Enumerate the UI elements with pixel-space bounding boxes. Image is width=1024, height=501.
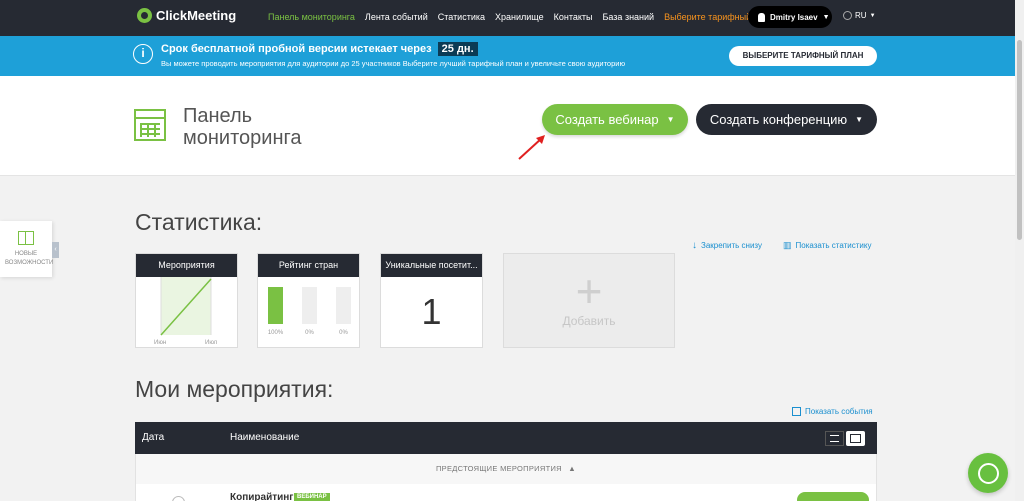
- add-statistic-card[interactable]: + Добавить: [503, 253, 675, 348]
- nav-item-events-feed[interactable]: Лента событий: [365, 12, 428, 22]
- show-statistics-link[interactable]: ▥ Показать статистику: [783, 240, 871, 251]
- countries-stat-card[interactable]: Рейтинг стран 100% 0% 0%: [257, 253, 360, 348]
- country-bar-label: 100%: [268, 330, 284, 336]
- chat-support-button[interactable]: [968, 453, 1008, 493]
- visitors-value: 1: [421, 291, 442, 332]
- scrollbar-thumb[interactable]: [1017, 40, 1022, 240]
- pin-bottom-label: Закрепить снизу: [701, 241, 762, 250]
- country-bar-label: 0%: [339, 330, 348, 336]
- countries-card-title: Рейтинг стран: [258, 254, 359, 277]
- event-action-button[interactable]: [797, 492, 869, 501]
- calendar-small-icon: [792, 407, 801, 416]
- trial-title-text: Срок бесплатной пробной версии истекает …: [161, 43, 432, 55]
- trial-days-badge: 25 дн.: [437, 42, 478, 56]
- user-menu-button[interactable]: Dmitry Isaev ▼: [748, 6, 832, 28]
- country-bar-track: [336, 287, 351, 324]
- create-conference-button[interactable]: Создать конференцию ▼: [696, 104, 877, 135]
- events-stat-card[interactable]: Мероприятия Июн Июл: [135, 253, 238, 348]
- events-mini-chart: Июн Июл: [154, 277, 218, 346]
- logo-icon: [137, 8, 152, 23]
- gift-icon: [18, 231, 34, 245]
- nav-item-storage[interactable]: Хранилище: [495, 12, 544, 22]
- country-bar-track: [302, 287, 317, 324]
- main-nav: Панель мониторинга Лента событий Статист…: [268, 12, 784, 22]
- new-features-label: НОВЫЕ ВОЗМОЖНОСТИ: [5, 251, 54, 266]
- calendar-grid-icon: [850, 434, 861, 443]
- calendar-icon: [134, 109, 166, 141]
- info-icon: i: [133, 44, 153, 64]
- globe-icon: [843, 11, 852, 20]
- events-x-label: Июл: [205, 340, 218, 346]
- list-icon: [830, 435, 839, 442]
- language-label: RU: [855, 11, 867, 20]
- clickmeeting-logo[interactable]: ClickMeeting: [137, 8, 236, 23]
- choose-plan-button[interactable]: ВЫБЕРИТЕ ТАРИФНЫЙ ПЛАН: [729, 46, 877, 66]
- nav-item-knowledge-base[interactable]: База знаний: [603, 12, 655, 22]
- my-events-heading: Мои мероприятия:: [135, 376, 334, 402]
- red-arrow-annotation: [518, 135, 545, 160]
- countries-bar-chart: 100% 0% 0%: [268, 287, 351, 336]
- country-bar: [268, 287, 283, 324]
- nav-item-statistics[interactable]: Статистика: [438, 12, 485, 22]
- upcoming-events-toggle[interactable]: ПРЕДСТОЯЩИЕ МЕРОПРИЯТИЯ ▲: [135, 454, 877, 484]
- event-type-badge: ВЕБИНАР: [294, 493, 330, 501]
- country-bar-label: 0%: [305, 330, 314, 336]
- show-events-label: Показать события: [805, 407, 873, 416]
- trial-title: Срок бесплатной пробной версии истекает …: [161, 42, 478, 56]
- pin-bottom-link[interactable]: ↓ Закрепить снизу: [692, 240, 762, 251]
- visitors-card-title: Уникальные посетит...: [381, 254, 482, 277]
- new-features-widget[interactable]: НОВЫЕ ВОЗМОЖНОСТИ: [0, 221, 54, 277]
- trial-subtitle: Вы можете проводить мероприятия для ауди…: [161, 59, 626, 68]
- nav-item-contacts[interactable]: Контакты: [554, 12, 593, 22]
- chevron-down-icon: ▼: [666, 115, 675, 124]
- user-icon: [758, 12, 765, 22]
- show-events-link[interactable]: Показать события: [792, 407, 873, 416]
- chevron-up-icon: ▲: [568, 464, 576, 473]
- column-date[interactable]: Дата: [142, 432, 164, 443]
- calendar-view-button[interactable]: [846, 431, 865, 446]
- logo-text: ClickMeeting: [156, 8, 237, 23]
- page-header: Панель мониторинга Создать вебинар ▼ Соз…: [0, 76, 1024, 176]
- list-view-button[interactable]: [825, 431, 844, 446]
- events-card-title: Мероприятия: [136, 254, 237, 277]
- visitors-stat-card[interactable]: Уникальные посетит... 1: [380, 253, 483, 348]
- events-x-label: Июн: [154, 340, 166, 346]
- bar-chart-icon: ▥: [783, 240, 792, 250]
- show-statistics-label: Показать статистику: [795, 241, 872, 250]
- chevron-down-icon: ▼: [855, 115, 864, 124]
- column-name[interactable]: Наименование: [230, 432, 299, 443]
- table-row[interactable]: Копирайтинг ВЕБИНАР: [135, 484, 877, 501]
- language-selector[interactable]: RU ▼: [843, 11, 876, 20]
- add-statistic-label: Добавить: [562, 314, 616, 328]
- create-webinar-button[interactable]: Создать вебинар ▼: [542, 104, 688, 135]
- event-title[interactable]: Копирайтинг: [230, 492, 293, 501]
- upcoming-events-label: ПРЕДСТОЯЩИЕ МЕРОПРИЯТИЯ: [435, 464, 562, 473]
- nav-item-dashboard[interactable]: Панель мониторинга: [268, 12, 355, 22]
- create-conference-label: Создать конференцию: [709, 112, 848, 127]
- row-select-radio[interactable]: [172, 496, 185, 501]
- trial-banner: i Срок бесплатной пробной версии истекае…: [0, 36, 1024, 76]
- chevron-down-icon: ▼: [822, 13, 830, 21]
- create-webinar-label: Создать вебинар: [555, 112, 659, 127]
- events-table-header: Дата Наименование: [135, 422, 877, 454]
- top-navbar: ClickMeeting Панель мониторинга Лента со…: [0, 0, 1024, 36]
- chevron-down-icon: ▼: [869, 12, 876, 19]
- page-title: Панель мониторинга: [183, 105, 302, 149]
- statistics-heading: Статистика:: [135, 209, 263, 235]
- user-name: Dmitry Isaev: [770, 12, 818, 22]
- plus-icon: +: [575, 265, 603, 317]
- collapse-widget-tab[interactable]: ‹: [52, 242, 59, 258]
- arrow-down-icon: ↓: [692, 240, 697, 251]
